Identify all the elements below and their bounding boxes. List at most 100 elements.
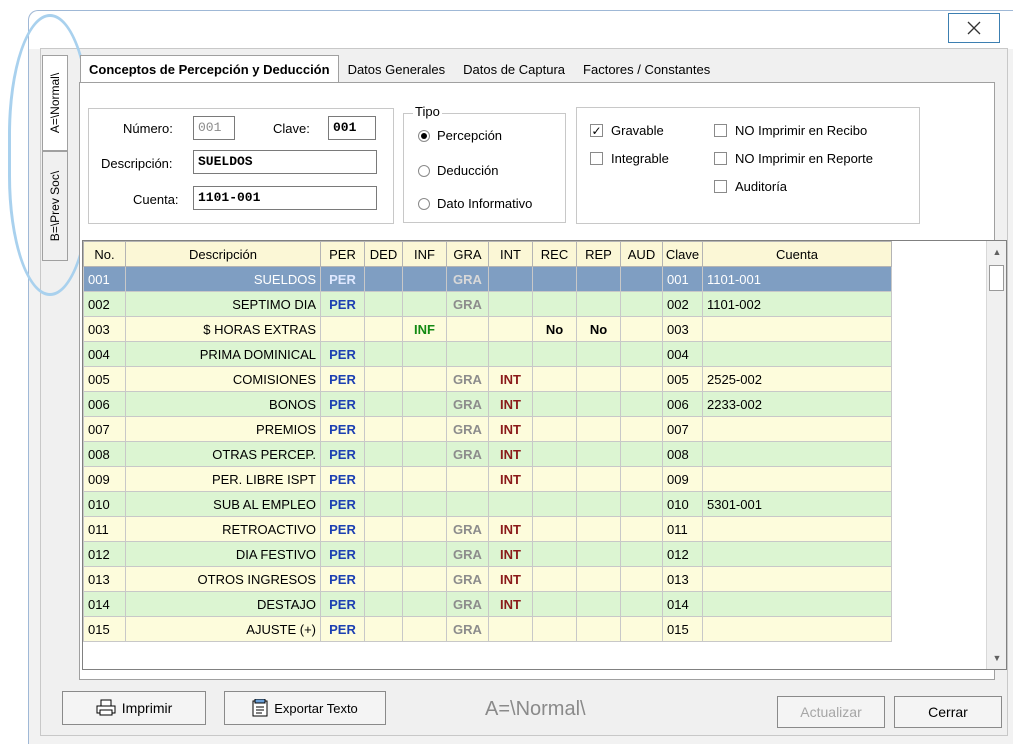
table-cell [702,591,892,617]
grid-column-header[interactable]: GRA [446,241,489,267]
side-tab-prev-soc[interactable]: B=\Prev Soc\ [42,151,68,261]
title-bar [29,11,1013,49]
tab-strip: Conceptos de Percepción y Deducción Dato… [80,55,719,83]
grid-column-header[interactable]: No. [83,241,126,267]
grid-column-header[interactable]: INF [402,241,447,267]
table-cell [702,566,892,592]
table-row[interactable]: 003 $ HORAS EXTRAS INF No No 003 [83,316,892,342]
table-cell [364,491,403,517]
table-cell: 015 [83,616,126,642]
scroll-up-icon[interactable]: ▲ [987,243,1006,261]
table-cell: SUB AL EMPLEO [125,491,321,517]
scroll-down-icon[interactable]: ▼ [987,649,1006,667]
table-row[interactable]: 015 AJUSTE (+) PER GRA 015 [83,616,892,642]
table-cell [620,491,663,517]
radio-percepcion-dot [418,129,430,142]
table-cell [532,591,577,617]
table-cell [364,541,403,567]
grid-column-header[interactable]: Descripción [125,241,321,267]
tab-datos-captura[interactable]: Datos de Captura [454,57,574,81]
table-cell [620,366,663,392]
radio-dato-informativo-label: Dato Informativo [437,196,533,211]
status-text: A=\Normal\ [485,698,586,720]
grid-column-header[interactable]: PER [320,241,365,267]
tab-factores[interactable]: Factores / Constantes [574,57,719,81]
table-row[interactable]: 012 DIA FESTIVO PER GRA INT 012 [83,541,892,567]
radio-deduccion-dot [418,164,430,177]
table-row[interactable]: 001 SUELDOS PER GRA 001 1101-001 [83,266,892,292]
table-cell: 003 [662,316,703,342]
table-cell: INT [488,441,533,467]
no-imprimir-recibo-checkbox[interactable]: NO Imprimir en Recibo [714,123,867,138]
table-cell: PER [320,391,365,417]
table-cell: 002 [662,291,703,317]
table-cell [364,591,403,617]
descripcion-label: Descripción: [101,156,173,171]
tab-conceptos[interactable]: Conceptos de Percepción y Deducción [80,55,339,83]
scroll-thumb[interactable] [989,265,1004,291]
table-cell: 001 [662,266,703,292]
table-row[interactable]: 006 BONOS PER GRA INT 006 2233-002 [83,391,892,417]
concepts-grid[interactable]: No. Descripción PER DED INF GRA INT REC REP AUD Cl… [82,240,1007,670]
table-cell [620,316,663,342]
table-cell: PER [320,266,365,292]
descripcion-field[interactable]: SUELDOS [193,150,377,174]
radio-deduccion[interactable]: Deducción [418,163,498,178]
table-cell [402,566,447,592]
grid-column-header[interactable]: REC [532,241,577,267]
actualizar-button[interactable]: Actualizar [777,696,885,728]
side-tab-normal[interactable]: A=\Normal\ [42,55,68,151]
imprimir-button[interactable]: Imprimir [62,691,206,725]
table-cell [576,491,621,517]
table-cell [620,291,663,317]
table-row[interactable]: 007 PREMIOS PER GRA INT 007 [83,416,892,442]
cerrar-button[interactable]: Cerrar [894,696,1002,728]
table-cell: GRA [446,541,489,567]
table-cell [576,416,621,442]
clave-field[interactable]: 001 [328,116,376,140]
no-imprimir-reporte-checkbox[interactable]: NO Imprimir en Reporte [714,151,873,166]
integrable-checkbox[interactable]: Integrable [590,151,669,166]
table-row[interactable]: 002 SEPTIMO DIA PER GRA 002 1101-002 [83,291,892,317]
auditoria-checkbox[interactable]: Auditoría [714,179,787,194]
cuenta-field[interactable]: 1101-001 [193,186,377,210]
table-cell [620,516,663,542]
close-button[interactable] [948,13,1000,43]
table-cell [620,566,663,592]
no-imprimir-reporte-box [714,152,727,165]
radio-percepcion-label: Percepción [437,128,503,143]
table-row[interactable]: 008 OTRAS PERCEP. PER GRA INT 008 [83,441,892,467]
table-row[interactable]: 004 PRIMA DOMINICAL PER 004 [83,341,892,367]
table-cell: RETROACTIVO [125,516,321,542]
grid-column-header[interactable]: Clave [662,241,703,267]
integrable-box [590,152,603,165]
table-cell [364,566,403,592]
table-row[interactable]: 013 OTROS INGRESOS PER GRA INT 013 [83,566,892,592]
grid-scrollbar[interactable]: ▲ ▼ [986,241,1006,669]
gravable-check-icon: ✓ [590,123,603,138]
radio-percepcion[interactable]: Percepción [418,128,502,143]
table-cell [532,291,577,317]
grid-column-header[interactable]: DED [364,241,403,267]
table-cell [364,291,403,317]
grid-column-header[interactable]: AUD [620,241,663,267]
table-cell [364,316,403,342]
close-icon [967,21,981,35]
table-row[interactable]: 014 DESTAJO PER GRA INT 014 [83,591,892,617]
table-cell [364,466,403,492]
exportar-texto-button[interactable]: Exportar Texto [224,691,386,725]
table-row[interactable]: 011 RETROACTIVO PER GRA INT 011 [83,516,892,542]
table-row[interactable]: 005 COMISIONES PER GRA INT 005 2525-002 [83,366,892,392]
table-cell [532,566,577,592]
table-cell: INF [402,316,447,342]
table-row[interactable]: 010 SUB AL EMPLEO PER 010 5301-001 [83,491,892,517]
table-cell [446,316,489,342]
grid-column-header[interactable]: Cuenta [702,241,892,267]
table-cell: GRA [446,616,489,642]
grid-column-header[interactable]: REP [576,241,621,267]
grid-column-header[interactable]: INT [488,241,533,267]
tab-datos-generales[interactable]: Datos Generales [339,57,455,81]
table-row[interactable]: 009 PER. LIBRE ISPT PER INT 009 [83,466,892,492]
gravable-checkbox[interactable]: ✓ Gravable [590,123,664,138]
radio-dato-informativo[interactable]: Dato Informativo [418,196,532,211]
